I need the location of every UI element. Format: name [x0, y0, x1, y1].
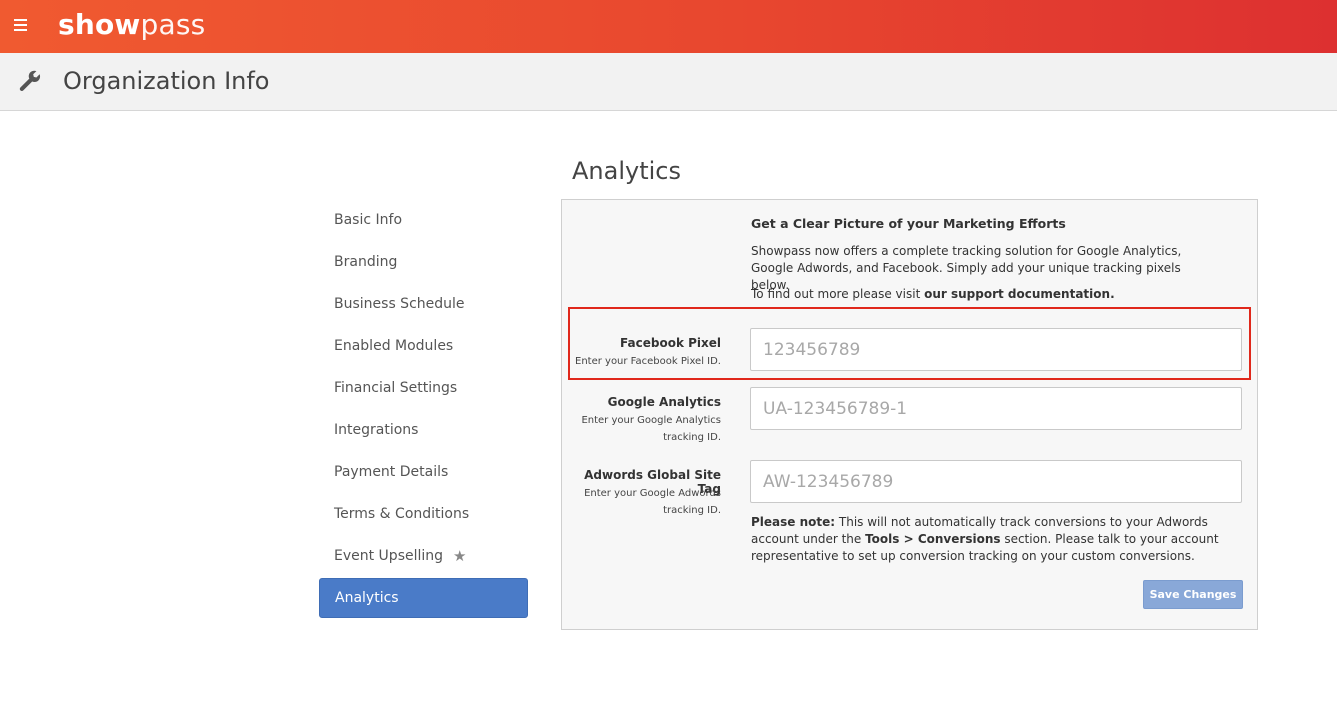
support-line-prefix: To find out more please visit	[751, 287, 925, 301]
sidebar-item-event-upselling[interactable]: Event Upselling ★	[319, 536, 528, 576]
analytics-panel: Get a Clear Picture of your Marketing Ef…	[561, 199, 1258, 630]
sidebar-item-terms-conditions[interactable]: Terms & Conditions	[319, 494, 528, 534]
intro-heading: Get a Clear Picture of your Marketing Ef…	[751, 216, 1066, 231]
note-label: Please note:	[751, 515, 836, 529]
showpass-logo[interactable]: showpass	[58, 8, 205, 41]
sidebar-item-financial-settings[interactable]: Financial Settings	[319, 368, 528, 408]
star-icon: ★	[453, 547, 467, 565]
google-analytics-label: Google Analytics	[607, 395, 721, 409]
hamburger-menu-icon[interactable]	[14, 19, 27, 31]
wrench-icon	[19, 70, 41, 91]
sidebar-item-analytics[interactable]: Analytics	[319, 578, 528, 618]
sidebar-item-business-schedule[interactable]: Business Schedule	[319, 284, 528, 324]
sidebar-item-label: Analytics	[335, 590, 399, 606]
sidebar-item-basic-info[interactable]: Basic Info	[319, 200, 528, 240]
facebook-pixel-label: Facebook Pixel	[620, 336, 721, 350]
logo-light-text: pass	[140, 8, 206, 41]
sidebar-item-enabled-modules[interactable]: Enabled Modules	[319, 326, 528, 366]
section-title: Analytics	[572, 157, 681, 185]
sidebar-item-label: Terms & Conditions	[334, 506, 470, 522]
sidebar-item-label: Business Schedule	[334, 296, 465, 312]
support-documentation-link[interactable]: our support documentation.	[924, 287, 1115, 301]
sidebar-item-payment-details[interactable]: Payment Details	[319, 452, 528, 492]
note-bold: Tools > Conversions	[865, 532, 1001, 546]
google-analytics-input[interactable]	[750, 387, 1242, 430]
page-title: Organization Info	[63, 67, 270, 95]
save-changes-button[interactable]: Save Changes	[1143, 580, 1243, 609]
sidebar-item-label: Enabled Modules	[334, 338, 454, 354]
support-line: To find out more please visit our suppor…	[751, 287, 1115, 301]
google-analytics-help: Enter your Google Analytics tracking ID.	[581, 415, 721, 443]
logo-bold-text: show	[58, 8, 141, 41]
sidebar-item-label: Integrations	[334, 422, 419, 438]
sidebar-item-label: Basic Info	[334, 212, 403, 228]
page-header: Organization Info	[0, 53, 1337, 111]
facebook-pixel-help: Enter your Facebook Pixel ID.	[575, 356, 721, 367]
top-bar: showpass	[0, 0, 1337, 53]
settings-sidebar: Basic Info Branding Business Schedule En…	[319, 200, 528, 620]
sidebar-item-integrations[interactable]: Integrations	[319, 410, 528, 450]
adwords-note: Please note: This will not automatically…	[751, 514, 1241, 565]
sidebar-item-label: Payment Details	[334, 464, 449, 480]
adwords-help: Enter your Google Adwords tracking ID.	[584, 488, 721, 516]
sidebar-item-label: Branding	[334, 254, 398, 270]
adwords-input[interactable]	[750, 460, 1242, 503]
sidebar-item-branding[interactable]: Branding	[319, 242, 528, 282]
sidebar-item-label: Event Upselling	[334, 548, 444, 564]
sidebar-item-label: Financial Settings	[334, 380, 458, 396]
facebook-pixel-input[interactable]	[750, 328, 1242, 371]
